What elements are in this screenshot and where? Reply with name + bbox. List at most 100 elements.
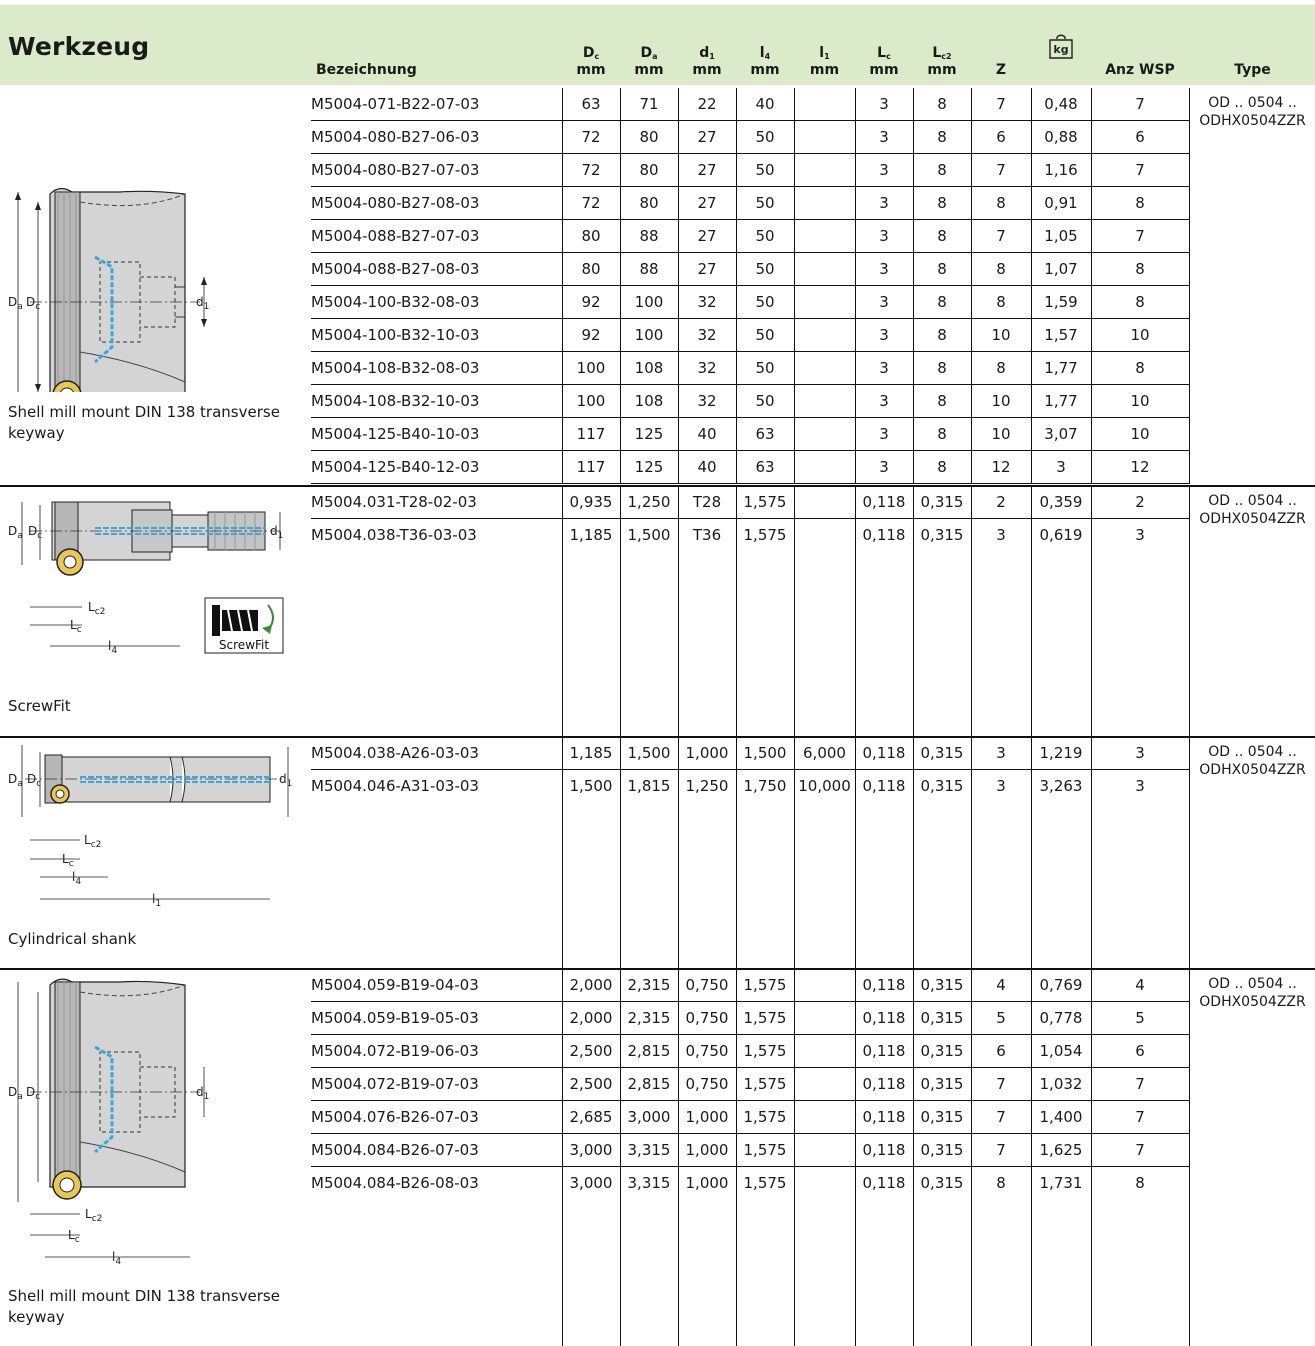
svg-text:Da: Da <box>8 1085 23 1102</box>
table-cell: 27 <box>697 128 717 146</box>
table-cell: 6,000 <box>803 744 846 762</box>
table-cell <box>794 519 855 552</box>
table-cell: 8 <box>937 326 947 344</box>
table-cell: 7 <box>1135 1075 1145 1093</box>
table-cell: 32 <box>697 293 717 311</box>
table-cell: 1,815 <box>627 777 671 795</box>
table-cell: 0,315 <box>920 493 964 511</box>
table-cell: 3 <box>879 128 889 146</box>
table-cell: 1,000 <box>685 1108 729 1126</box>
table-cell: 3 <box>879 326 889 344</box>
table-cell: 1,500 <box>569 777 613 795</box>
table-cell: 0,315 <box>920 777 964 795</box>
table-cell: 2,000 <box>569 976 613 994</box>
table-cell: 72 <box>581 128 601 146</box>
table-cell: 32 <box>697 392 717 410</box>
table-cell: 63 <box>755 458 775 476</box>
tool-designation-cell: M5004-088-B27-08-03 <box>311 260 480 278</box>
table-cell: 0,315 <box>920 744 964 762</box>
table-cell: 8 <box>996 359 1006 377</box>
table-cell: 1,185 <box>569 744 613 762</box>
table-cell: 8 <box>1135 293 1145 311</box>
table-cell: 1,500 <box>627 526 671 544</box>
tool-designation-cell: M5004-125-B40-12-03 <box>311 458 480 476</box>
table-cell: 3,000 <box>569 1141 613 1159</box>
table-cell: 10 <box>991 425 1011 443</box>
table-cell: 40 <box>697 425 717 443</box>
table-cell <box>794 451 855 484</box>
table-cell: 1,59 <box>1044 293 1078 311</box>
table-cell: 0,750 <box>685 1042 729 1060</box>
table-cell: 0,315 <box>920 526 964 544</box>
table-cell: 7 <box>1135 95 1145 113</box>
table-cell: 10 <box>1130 425 1150 443</box>
insert-type-label: OD .. 0504 .. <box>1208 744 1297 760</box>
table-cell: 117 <box>576 425 606 443</box>
table-cell: 1,07 <box>1044 260 1078 278</box>
row-divider <box>311 483 1189 484</box>
table-cell: 3 <box>996 777 1006 795</box>
table-cell <box>794 486 855 519</box>
table-cell: 27 <box>697 194 717 212</box>
table-cell: 72 <box>581 194 601 212</box>
table-cell: 3 <box>879 227 889 245</box>
table-cell <box>794 1101 855 1134</box>
tool-caption: ScrewFit <box>8 697 71 715</box>
table-cell: 3 <box>879 458 889 476</box>
col-header-z: Z <box>995 62 1007 78</box>
table-cell <box>794 253 855 286</box>
table-cell: 0,88 <box>1044 128 1078 146</box>
tool-designation-cell: M5004.038-T36-03-03 <box>311 526 477 544</box>
col-header-l4: l4 mm <box>750 45 780 78</box>
col-header-l1: l1 mm <box>809 45 840 78</box>
table-cell: 0,118 <box>862 493 906 511</box>
table-cell <box>794 286 855 319</box>
table-cell: 8 <box>937 128 947 146</box>
table-cell: 0,118 <box>862 777 906 795</box>
table-cell: 50 <box>755 194 775 212</box>
tool-designation-cell: M5004-080-B27-06-03 <box>311 128 480 146</box>
table-cell <box>794 385 855 418</box>
table-cell: 63 <box>581 95 601 113</box>
table-cell: 40 <box>755 95 775 113</box>
table-cell: 117 <box>576 458 606 476</box>
svg-text:Da: Da <box>8 772 23 789</box>
table-cell: 1,750 <box>743 777 787 795</box>
tool-designation-cell: M5004.072-B19-06-03 <box>311 1042 479 1060</box>
table-cell: 1,731 <box>1039 1174 1083 1192</box>
table-cell: 2,815 <box>627 1075 671 1093</box>
tool-designation-cell: M5004.084-B26-07-03 <box>311 1141 479 1159</box>
dim-label-d1: d1 <box>196 295 209 312</box>
table-cell: 1,400 <box>1039 1108 1083 1126</box>
svg-text:Dc: Dc <box>27 772 41 789</box>
tool-designation-cell: M5004-071-B22-07-03 <box>311 95 480 113</box>
table-cell: 1,575 <box>743 1009 787 1027</box>
table-cell: 50 <box>755 392 775 410</box>
table-cell <box>794 1002 855 1035</box>
table-cell: 0,118 <box>862 526 906 544</box>
table-cell: 8 <box>1135 359 1145 377</box>
table-cell: 8 <box>996 293 1006 311</box>
table-cell: 3 <box>996 526 1006 544</box>
table-cell: 80 <box>581 260 601 278</box>
table-cell <box>794 187 855 220</box>
table-cell: 2 <box>1135 493 1145 511</box>
svg-text:kg: kg <box>1053 43 1068 56</box>
svg-text:l4: l4 <box>72 870 81 887</box>
table-cell: 32 <box>697 359 717 377</box>
table-cell: 8 <box>1135 1174 1145 1192</box>
table-cell: 12 <box>1130 458 1150 476</box>
table-cell: 108 <box>634 392 664 410</box>
col-header-d1: d1 mm <box>692 45 722 78</box>
table-cell: 8 <box>996 260 1006 278</box>
svg-text:Da: Da <box>8 524 23 541</box>
table-cell: 6 <box>996 1042 1006 1060</box>
table-cell: 50 <box>755 128 775 146</box>
table-cell: 80 <box>639 161 659 179</box>
table-cell: 8 <box>1135 260 1145 278</box>
table-cell: 0,118 <box>862 1042 906 1060</box>
table-cell: 1,575 <box>743 1042 787 1060</box>
table-cell: 3,315 <box>627 1174 671 1192</box>
table-cell: 0,750 <box>685 1009 729 1027</box>
table-cell: 0,750 <box>685 1075 729 1093</box>
